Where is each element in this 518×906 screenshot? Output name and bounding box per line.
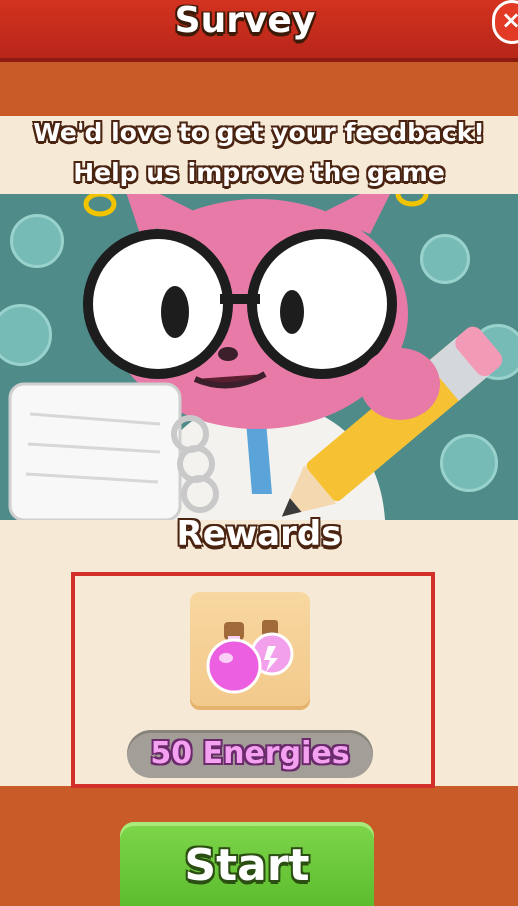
feedback-subheading: Help us improve the game	[73, 158, 445, 187]
start-button[interactable]: Start	[120, 822, 374, 906]
reward-amount-label: 50 Energies	[150, 736, 350, 771]
start-button-label: Start	[184, 840, 310, 891]
header-band	[0, 62, 518, 116]
reward-icon-tile	[190, 592, 310, 710]
reward-amount-pill: 50 Energies	[127, 730, 373, 778]
survey-screen: Survey × We'd love to get your feedback!…	[0, 0, 518, 906]
reward-card: 50 Energies	[71, 572, 435, 788]
feedback-heading: We'd love to get your feedback!	[33, 118, 485, 147]
page-title: Survey	[174, 0, 316, 41]
close-button[interactable]: ×	[492, 0, 518, 44]
cat-scientist-illustration	[8, 194, 503, 520]
rewards-title: Rewards	[176, 514, 342, 554]
energy-potion-icon	[206, 620, 294, 694]
header-bar: Survey ×	[0, 0, 518, 62]
survey-illustration	[0, 194, 518, 520]
